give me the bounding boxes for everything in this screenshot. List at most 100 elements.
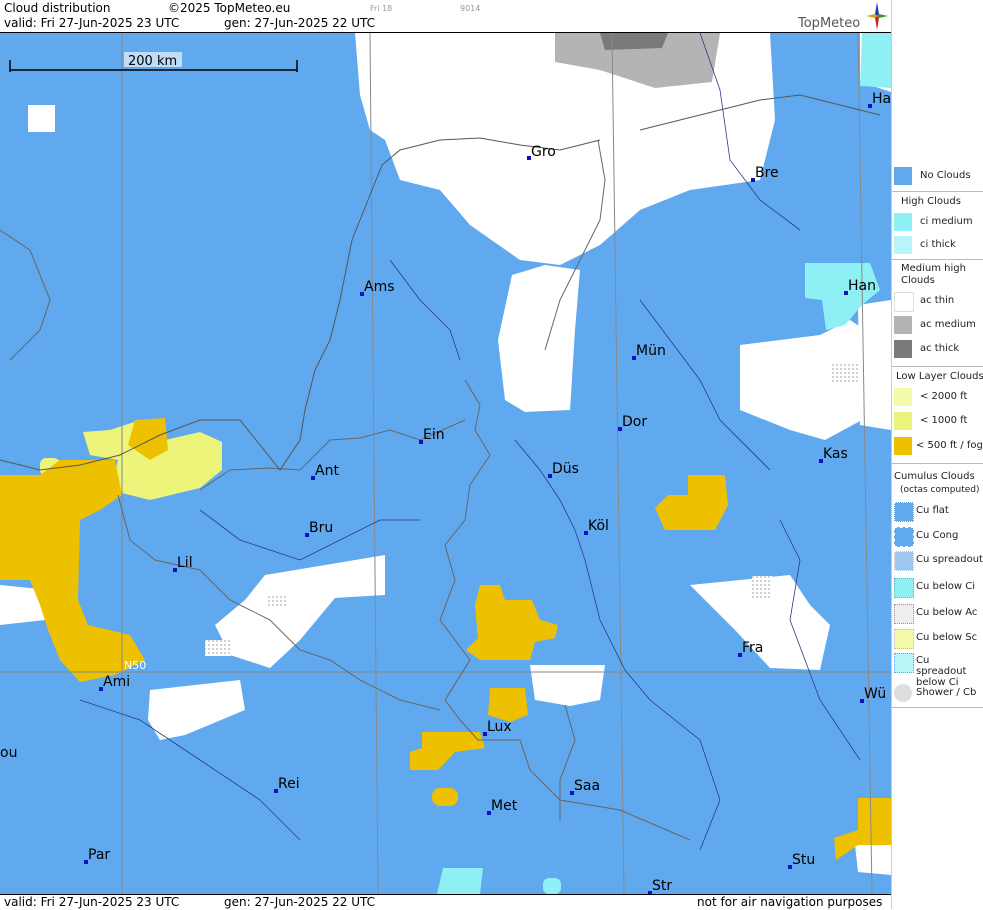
- scale-bar: 200 km: [9, 52, 298, 72]
- valid-time: valid: Fri 27-Jun-2025 23 UTC: [4, 16, 180, 30]
- legend-swatch: [894, 437, 912, 455]
- city-marker[interactable]: Fra: [738, 640, 763, 657]
- city-marker[interactable]: ou: [0, 745, 17, 761]
- legend-swatch: [894, 551, 914, 571]
- city-marker[interactable]: Bre: [751, 165, 779, 182]
- city-marker[interactable]: Bru: [305, 520, 333, 537]
- city-label: Lil: [177, 555, 193, 571]
- city-marker[interactable]: Mün: [632, 343, 666, 360]
- city-marker[interactable]: Rei: [274, 776, 300, 793]
- city-marker[interactable]: Met: [487, 798, 518, 815]
- city-marker[interactable]: Düs: [548, 461, 579, 478]
- shower-icon: [894, 684, 912, 702]
- city-label: Kas: [823, 446, 848, 462]
- city-label: Düs: [552, 461, 579, 477]
- graticule-label: N50: [124, 659, 146, 672]
- legend-swatch: [894, 578, 914, 598]
- legend-cu-title: Cumulus Clouds: [894, 471, 975, 482]
- legend-swatch: [894, 604, 914, 624]
- legend-cu-subtitle: (octas computed): [900, 485, 980, 495]
- footer-generated-time: gen: 27-Jun-2025 22 UTC: [224, 895, 376, 909]
- city-label: Par: [88, 847, 110, 863]
- city-label: Gro: [531, 144, 556, 160]
- city-marker[interactable]: Ami: [99, 674, 130, 691]
- compass-rose-icon: [866, 2, 888, 30]
- city-label: ou: [0, 745, 17, 761]
- city-marker[interactable]: Par: [84, 847, 110, 864]
- legend-panel: No Clouds High Clouds ci medium ci thick…: [891, 0, 983, 909]
- city-marker[interactable]: Ant: [311, 463, 339, 480]
- legend-ci-medium: ci medium: [892, 212, 983, 234]
- city-marker[interactable]: Köl: [584, 518, 609, 535]
- city-marker[interactable]: Ha: [868, 91, 891, 108]
- legend-swatch: [894, 236, 912, 254]
- city-marker[interactable]: Dor: [618, 414, 647, 431]
- legend-high-title: High Clouds: [901, 196, 961, 207]
- legend-low-title: Low Layer Clouds: [896, 371, 983, 382]
- city-label: Met: [491, 798, 518, 814]
- legend-shower: Shower / Cb: [892, 683, 983, 705]
- city-marker[interactable]: Han: [844, 278, 876, 295]
- cloud-map[interactable]: 200 km N50 Gro Bre Ha Ams Han Mün Dor Ei…: [0, 33, 891, 894]
- city-label: Rei: [278, 776, 300, 792]
- city-label: Saa: [574, 778, 600, 794]
- legend-swatch: [894, 388, 912, 406]
- city-label: Ant: [315, 463, 339, 479]
- city-label: Bru: [309, 520, 333, 536]
- legend-medium-title: Medium high Clouds: [901, 263, 966, 286]
- legend-swatch: [894, 292, 914, 312]
- city-label: Str: [652, 878, 672, 894]
- city-label: Stu: [792, 852, 815, 868]
- map-canvas: 200 km N50 Gro Bre Ha Ams Han Mün Dor Ei…: [0, 33, 891, 894]
- legend-swatch: [894, 527, 914, 547]
- legend-ci-thick: ci thick: [892, 235, 983, 257]
- generated-time: gen: 27-Jun-2025 22 UTC: [224, 16, 376, 30]
- legend-ac-medium: ac medium: [892, 315, 983, 337]
- product-title: Cloud distribution: [4, 1, 111, 15]
- city-marker[interactable]: Wü: [860, 686, 886, 703]
- city-label: Ams: [364, 279, 395, 295]
- navigation-disclaimer: not for air navigation purposes: [697, 895, 883, 909]
- city-label: Bre: [755, 165, 779, 181]
- city-label: Ein: [423, 427, 445, 443]
- city-label: Lux: [487, 719, 512, 735]
- city-marker[interactable]: Gro: [527, 144, 556, 160]
- city-label: Wü: [864, 686, 886, 702]
- legend-low-500: < 500 ft / fog: [892, 436, 983, 458]
- city-marker[interactable]: Ein: [419, 427, 445, 444]
- legend-cu-below-sc: Cu below Sc: [892, 628, 983, 650]
- city-label: Mün: [636, 343, 666, 359]
- legend-low-1000: < 1000 ft: [892, 411, 983, 433]
- legend-swatch: [894, 502, 914, 522]
- legend-swatch: [894, 629, 914, 649]
- legend-swatch: [894, 213, 912, 231]
- map-footer: valid: Fri 27-Jun-2025 23 UTC gen: 27-Ju…: [0, 894, 891, 910]
- legend-cu-flat: Cu flat: [892, 501, 983, 523]
- map-header: Cloud distribution ©2025 TopMeteo.eu Fri…: [0, 0, 891, 33]
- city-marker[interactable]: Lil: [173, 555, 193, 572]
- legend-low-2000: < 2000 ft: [892, 387, 983, 409]
- legend-cu-cong: Cu Cong: [892, 526, 983, 548]
- city-marker[interactable]: Lux: [483, 719, 512, 736]
- topmeteo-logo: TopMeteo: [798, 16, 861, 31]
- city-marker[interactable]: Str: [648, 878, 672, 894]
- legend-ac-thick: ac thick: [892, 339, 983, 361]
- city-label: Köl: [588, 518, 609, 534]
- footer-valid-time: valid: Fri 27-Jun-2025 23 UTC: [4, 895, 180, 909]
- legend-swatch: [894, 653, 914, 673]
- city-marker[interactable]: Saa: [570, 778, 600, 795]
- city-marker[interactable]: Kas: [819, 446, 848, 463]
- city-label: Han: [848, 278, 876, 294]
- scale-bar-label: 200 km: [128, 54, 177, 69]
- city-label: Ha: [872, 91, 891, 107]
- city-marker[interactable]: Stu: [788, 852, 815, 869]
- city-marker[interactable]: Ams: [360, 279, 395, 296]
- legend-swatch: [894, 316, 912, 334]
- legend-swatch: [894, 412, 912, 430]
- city-label: Ami: [103, 674, 130, 690]
- legend-cu-spread: Cu spreadout: [892, 550, 983, 572]
- legend-cu-spread-ci: Cu spreadout below Ci: [892, 652, 983, 688]
- city-label: Fra: [742, 640, 763, 656]
- code-tag: 9014: [460, 4, 481, 13]
- legend-swatch: [894, 340, 912, 358]
